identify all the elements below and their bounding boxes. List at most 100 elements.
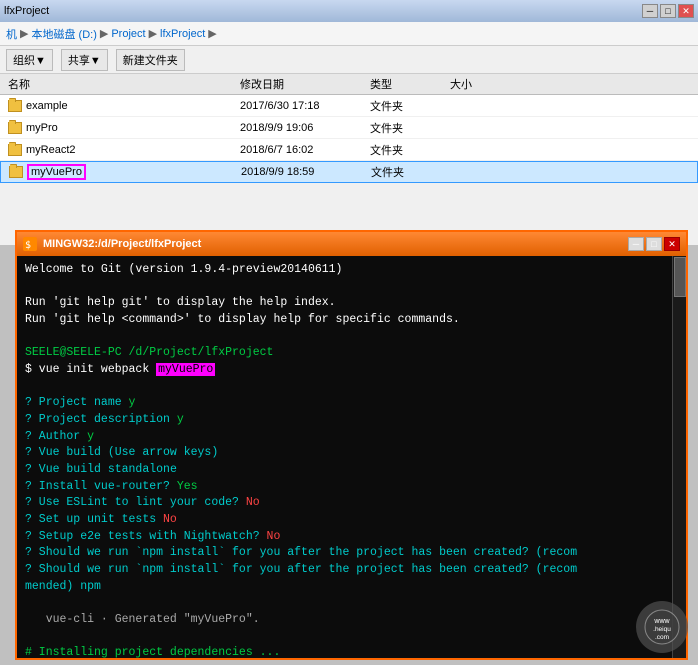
fe-close-button[interactable]: ✕ (678, 4, 694, 18)
col-header-name[interactable]: 名称 (0, 76, 240, 92)
file-name-cell: myVuePro (1, 166, 241, 178)
terminal-line: ? Project name y (25, 395, 678, 412)
file-row[interactable]: myReact2 2018/6/7 16:02文件夹 (0, 139, 698, 161)
fe-minimize-button[interactable]: ─ (642, 4, 658, 18)
svg-text:.heiqu: .heiqu (653, 626, 671, 633)
terminal-line: Welcome to Git (version 1.9.4-preview201… (25, 262, 678, 279)
file-type-cell: 文件夹 (370, 120, 450, 136)
terminal-line (25, 595, 678, 612)
col-header-date[interactable]: 修改日期 (240, 76, 370, 92)
terminal-line: $ vue init webpack myVuePro (25, 362, 678, 379)
terminal-line (25, 379, 678, 396)
file-type-cell: 文件夹 (370, 98, 450, 114)
terminal-line: ? Set up unit tests No (25, 512, 678, 529)
folder-icon (8, 144, 22, 156)
terminal-line: # Installing project dependencies ... (25, 645, 678, 658)
breadcrumb-drive[interactable]: 本地磁盘 (D:) (31, 26, 96, 42)
file-name-cell: example (0, 100, 240, 112)
answer-yes: Yes (177, 480, 198, 493)
svg-text:www: www (653, 618, 670, 625)
terminal-line: ? Vue build (Use arrow keys) (25, 445, 678, 462)
terminal-window-controls: ─ □ ✕ (628, 237, 680, 251)
file-list: example2017/6/30 17:18文件夹myPro2018/9/9 1… (0, 95, 698, 183)
terminal-line: Run 'git help git' to display the help i… (25, 295, 678, 312)
file-row[interactable]: example 2017/6/30 17:18文件夹 (0, 95, 698, 117)
organize-label: 组织▼ (13, 52, 46, 68)
terminal-window: $ MINGW32:/d/Project/lfxProject ─ □ ✕ We… (15, 230, 688, 660)
terminal-titlebar: $ MINGW32:/d/Project/lfxProject ─ □ ✕ (17, 232, 686, 256)
terminal-line: mended) npm (25, 579, 678, 596)
answer-y: y (87, 430, 94, 443)
terminal-line: ? Setup e2e tests with Nightwatch? No (25, 529, 678, 546)
file-type-cell: 文件夹 (371, 164, 451, 180)
terminal-line: ? Use ESLint to lint your code? No (25, 495, 678, 512)
file-name-label: example (26, 100, 68, 112)
selected-filename: myVuePro (27, 164, 86, 180)
terminal-line: ? Should we run `npm install` for you af… (25, 545, 678, 562)
terminal-icon: $ (23, 237, 37, 251)
terminal-line: ? Install vue-router? Yes (25, 479, 678, 496)
share-label: 共享▼ (68, 52, 101, 68)
col-header-type[interactable]: 类型 (370, 76, 450, 92)
terminal-line (25, 329, 678, 346)
answer-no: No (163, 513, 177, 526)
folder-icon (8, 122, 22, 134)
breadcrumb: 机 ▶ 本地磁盘 (D:) ▶ Project ▶ lfxProject ▶ (0, 22, 698, 46)
terminal-line: ? Project description y (25, 412, 678, 429)
breadcrumb-pc[interactable]: 机 (6, 26, 17, 42)
file-date-cell: 2018/9/9 19:06 (240, 122, 370, 134)
terminal-line: ? Author y (25, 429, 678, 446)
watermark-circle: www .heiqu .com (636, 601, 688, 653)
file-explorer-window: lfxProject ─ □ ✕ 机 ▶ 本地磁盘 (D:) ▶ Project… (0, 0, 698, 245)
file-type-cell: 文件夹 (370, 142, 450, 158)
file-explorer-titlebar: lfxProject ─ □ ✕ (0, 0, 698, 22)
terminal-line: ? Should we run `npm install` for you af… (25, 562, 678, 579)
terminal-line (25, 279, 678, 296)
breadcrumb-lfx[interactable]: lfxProject (160, 28, 205, 40)
fe-maximize-button[interactable]: □ (660, 4, 676, 18)
new-folder-button[interactable]: 新建文件夹 (116, 49, 185, 71)
file-table-header: 名称 修改日期 类型 大小 (0, 74, 698, 95)
file-row[interactable]: myVuePro 2018/9/9 18:59文件夹 (0, 161, 698, 183)
file-name-label: myReact2 (26, 144, 76, 156)
file-name-label: myPro (26, 122, 58, 134)
answer-y: y (177, 413, 184, 426)
svg-text:$: $ (25, 240, 31, 251)
file-name-cell: myReact2 (0, 144, 240, 156)
fe-window-controls: ─ □ ✕ (642, 4, 694, 18)
term-maximize-button[interactable]: □ (646, 237, 662, 251)
share-button[interactable]: 共享▼ (61, 49, 108, 71)
file-date-cell: 2018/9/9 18:59 (241, 166, 371, 178)
terminal-line (25, 629, 678, 646)
answer-no: No (246, 496, 260, 509)
fe-title: lfxProject (4, 5, 642, 17)
folder-icon (9, 166, 23, 178)
answer-cyan: standalone (108, 463, 177, 476)
watermark: www .heiqu .com (636, 601, 688, 653)
highlighted-folder-name: myVuePro (156, 363, 215, 376)
answer-no: No (267, 530, 281, 543)
answer-y: y (129, 396, 136, 409)
breadcrumb-project[interactable]: Project (111, 28, 145, 40)
terminal-line: vue-cli · Generated "myVuePro". (25, 612, 678, 629)
terminal-scrollbar-thumb[interactable] (674, 257, 686, 297)
file-date-cell: 2017/6/30 17:18 (240, 100, 370, 112)
file-name-cell: myPro (0, 122, 240, 134)
terminal-line: Run 'git help <command>' to display help… (25, 312, 678, 329)
folder-icon (8, 100, 22, 112)
file-row[interactable]: myPro 2018/9/9 19:06文件夹 (0, 117, 698, 139)
organize-button[interactable]: 组织▼ (6, 49, 53, 71)
terminal-scrollbar[interactable] (672, 256, 686, 658)
terminal-title: MINGW32:/d/Project/lfxProject (43, 238, 628, 250)
terminal-line: ? Vue build standalone (25, 462, 678, 479)
file-name-label: myVuePro (27, 166, 86, 178)
file-date-cell: 2018/6/7 16:02 (240, 144, 370, 156)
col-header-size[interactable]: 大小 (450, 76, 530, 92)
terminal-body: Welcome to Git (version 1.9.4-preview201… (17, 256, 686, 658)
terminal-line: SEELE@SEELE-PC /d/Project/lfxProject (25, 345, 678, 362)
svg-text:.com: .com (655, 634, 669, 641)
fe-toolbar: 组织▼ 共享▼ 新建文件夹 (0, 46, 698, 74)
term-minimize-button[interactable]: ─ (628, 237, 644, 251)
term-close-button[interactable]: ✕ (664, 237, 680, 251)
new-folder-label: 新建文件夹 (123, 52, 178, 68)
